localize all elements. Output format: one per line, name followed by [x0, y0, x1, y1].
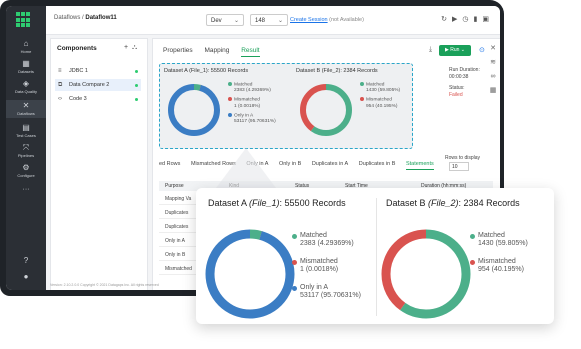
user-avatar-icon[interactable]: ●: [6, 272, 46, 281]
main-tabs: Properties Mapping Result: [163, 47, 270, 57]
breadcrumb: Dataflows / Dataflow11: [54, 15, 117, 21]
settings-icon[interactable]: ⊙: [479, 46, 485, 54]
chevron-down-icon: ⌄: [277, 18, 283, 24]
right-tool-strip: ✕ ≋ ∞ ▦: [488, 42, 498, 98]
toolbar-icons: ↻▶◷▮▣: [441, 15, 494, 23]
mini-legend-a: Matched 2383 (4.29369%) Mismatched 1 (0.…: [228, 82, 276, 125]
rows-to-display-label: Rows to display: [445, 155, 481, 161]
more-icon[interactable]: ···: [6, 186, 46, 193]
legend-mismatched-a: Mismatched 1 (0.0018%): [292, 258, 338, 274]
compare-icon: ⧉: [58, 82, 63, 88]
tab-properties[interactable]: Properties: [163, 47, 193, 54]
components-title: Components: [57, 45, 97, 52]
breadcrumb-root[interactable]: Dataflows /: [54, 15, 85, 21]
environment-select[interactable]: Dev ⌄: [206, 14, 244, 26]
matched-swatch: [470, 234, 475, 239]
tab-matched-rows[interactable]: ed Rows: [159, 161, 180, 167]
mini-donut-b: [300, 84, 352, 136]
breadcrumb-current: Dataflow11: [85, 15, 117, 21]
component-item[interactable]: ⧉ Data Compare 2: [55, 79, 141, 91]
component-item[interactable]: ‹› Code 3: [55, 93, 141, 105]
nav-dataflows[interactable]: ✕ Dataflows: [6, 100, 46, 118]
nav-configure[interactable]: ⚙ Configure: [6, 163, 46, 179]
left-nav-rail: ⌂ Home ▦ Datasets ◈ Data Quality ✕ Dataflows…: [6, 6, 46, 290]
tab-result[interactable]: Result: [241, 47, 260, 57]
status-badge: Failed: [449, 91, 463, 98]
link-icon[interactable]: ∞: [488, 70, 498, 84]
summary-preview: Dataset A (File_1): 55500 Records Datase…: [159, 63, 413, 149]
create-session-link[interactable]: Create Session (not Available): [290, 17, 364, 23]
run-info: Run Duration: 00:00:38 Status: Failed: [449, 67, 480, 98]
add-icon[interactable]: +: [124, 44, 132, 51]
graph-icon[interactable]: ⛬: [132, 44, 141, 51]
dataflows-icon: ✕: [22, 101, 30, 110]
status-dot: [135, 84, 138, 87]
donut-dataset-b: [381, 229, 471, 319]
database-icon: ≡: [58, 68, 62, 74]
zoom-spotlight: [216, 148, 276, 188]
pipelines-icon: ⤧: [22, 143, 30, 152]
dataset-b-title: Dataset B (File_2): 2384 Records: [386, 198, 520, 208]
layers-icon[interactable]: ≋: [488, 56, 498, 70]
mini-dataset-b-title: Dataset B (File_2): 2384 Records: [296, 68, 378, 74]
nav-data-quality[interactable]: ◈ Data Quality: [6, 79, 46, 95]
history-icon[interactable]: ◷: [462, 16, 473, 23]
nav-test-cases[interactable]: ▤ Test Cases: [6, 123, 46, 139]
tab-mapping[interactable]: Mapping: [204, 47, 229, 54]
play-icon[interactable]: ▶: [452, 16, 462, 23]
footer-text: Version: 2.10.2.0.0 Copyright © 2021 Dat…: [50, 283, 159, 287]
app-logo-icon[interactable]: [16, 12, 32, 28]
donut-slice-only: [168, 84, 220, 136]
home-icon: ⌂: [23, 39, 29, 48]
mini-dataset-a-title: Dataset A (File_1): 55500 Records: [164, 68, 249, 74]
mismatched-swatch: [470, 260, 475, 265]
mini-legend-b: Matched 1430 (59.805%) Mismatched 954 (4…: [360, 82, 400, 110]
dataset-a-title: Dataset A (File_1): 55500 Records: [208, 198, 346, 208]
tab-only-in-b[interactable]: Only in B: [279, 161, 301, 167]
only-in-a-swatch: [292, 286, 297, 291]
components-panel: Components +⛬ ≡ JDBC 1 ⧉ Data Compare 2 ‹›…: [50, 38, 148, 290]
nav-pipelines[interactable]: ⤧ Pipelines: [6, 143, 46, 159]
test-cases-icon: ▤: [22, 123, 30, 132]
tab-statements[interactable]: Statements: [405, 161, 434, 170]
tab-duplicates-in-b[interactable]: Duplicates in B: [359, 161, 396, 167]
status-dot: [135, 70, 138, 73]
refresh-icon[interactable]: ↻: [441, 16, 452, 23]
mismatched-swatch: [292, 260, 297, 265]
chevron-down-icon: ⌄: [233, 18, 239, 24]
legend-mismatched-b: Mismatched 954 (40.195%): [470, 258, 524, 274]
version-select[interactable]: 148 ⌄: [250, 14, 288, 26]
datasets-icon: ▦: [22, 59, 30, 68]
close-icon[interactable]: ✕: [488, 42, 498, 56]
nav-datasets[interactable]: ▦ Datasets: [6, 59, 46, 75]
zoomed-summary-card: Dataset A (File_1): 55500 Records Datase…: [196, 188, 554, 324]
grid-icon[interactable]: ▦: [488, 84, 498, 98]
nav-home[interactable]: ⌂ Home: [6, 39, 46, 55]
top-bar: Dataflows / Dataflow11 Dev ⌄ 148 ⌄ Create …: [46, 6, 500, 35]
configure-icon: ⚙: [22, 163, 30, 172]
rows-to-display-input[interactable]: 10: [449, 162, 469, 171]
result-tabs: ed Rows Mismatched Rows Only in A Only i…: [159, 161, 443, 170]
legend-matched-a: Matched 2383 (4.29369%): [292, 232, 354, 248]
code-icon: ‹›: [58, 96, 62, 102]
data-quality-icon: ◈: [22, 79, 30, 88]
matched-swatch: [292, 234, 297, 239]
donut-slice-only: [205, 229, 295, 319]
help-icon[interactable]: ?: [6, 256, 46, 265]
component-item[interactable]: ≡ JDBC 1: [55, 65, 141, 77]
download-icon[interactable]: ⤓: [429, 46, 432, 54]
run-button[interactable]: ▶ Run ⌄: [439, 45, 471, 56]
status-dot: [135, 98, 138, 101]
legend-matched-b: Matched 1430 (59.805%): [470, 232, 528, 248]
card-divider: [376, 198, 377, 316]
save-icon[interactable]: ▣: [482, 16, 494, 23]
legend-only-a: Only in A 53117 (95.70631%): [292, 284, 361, 300]
donut-dataset-a: [205, 229, 295, 319]
mini-donut-a: [168, 84, 220, 136]
tab-duplicates-in-a[interactable]: Duplicates in A: [312, 161, 348, 167]
